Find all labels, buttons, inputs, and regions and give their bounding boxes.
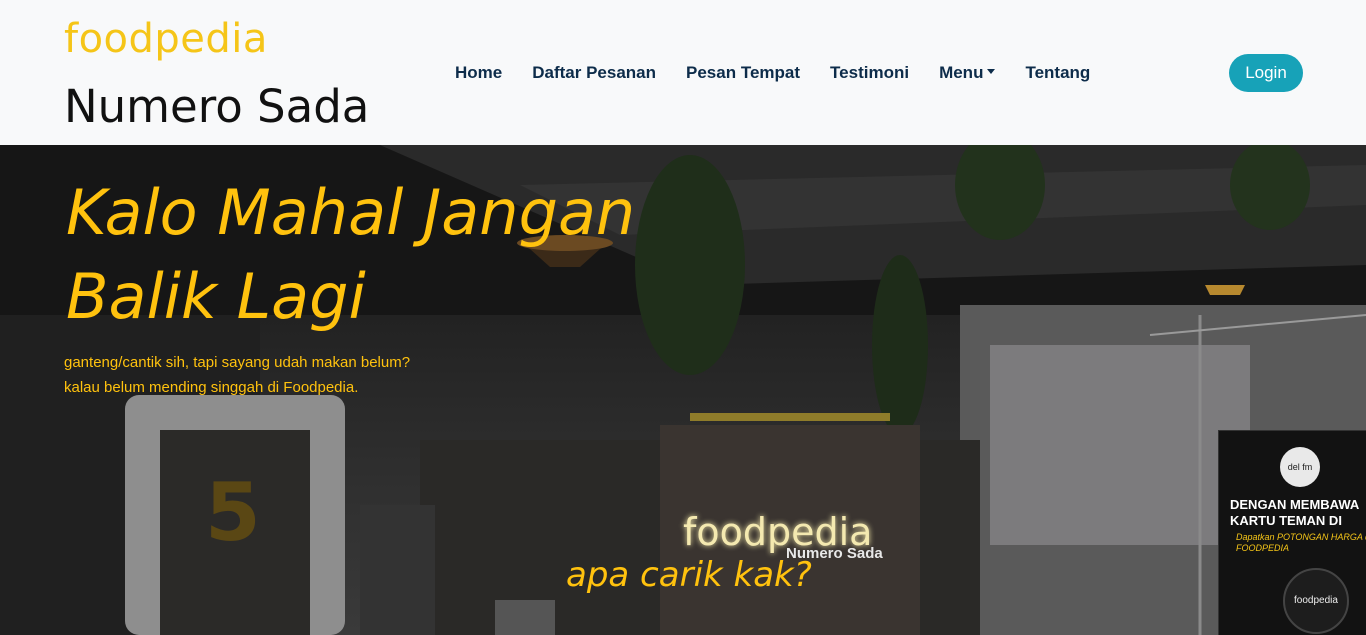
hero-tagline-line1: ganteng/cantik sih, tapi sayang udah mak…: [64, 354, 411, 371]
brand[interactable]: foodpedia Numero Sada: [64, 14, 369, 134]
hero-tagline: ganteng/cantik sih, tapi sayang udah mak…: [64, 350, 410, 400]
navbar: foodpedia Numero Sada Home Daftar Pesana…: [0, 0, 1366, 145]
radio-logo: del fm: [1280, 447, 1320, 487]
nav-testimoni[interactable]: Testimoni: [815, 60, 924, 86]
nav-pesan-tempat[interactable]: Pesan Tempat: [671, 60, 815, 86]
brand-logo[interactable]: foodpedia: [64, 14, 369, 64]
nav-daftar-pesanan[interactable]: Daftar Pesanan: [517, 60, 671, 86]
foodpedia-badge: foodpedia: [1283, 568, 1349, 634]
promo-banner-subtext: Dapatkan POTONGAN HARGA di FOODPEDIA: [1236, 532, 1366, 553]
nav-menu-label: Menu: [939, 63, 984, 82]
nav-home[interactable]: Home: [440, 60, 517, 86]
main-nav: Home Daftar Pesanan Pesan Tempat Testimo…: [440, 60, 1105, 86]
nav-menu-dropdown[interactable]: Menu: [924, 60, 1010, 86]
svg-text:5: 5: [205, 466, 261, 559]
hero-title: Kalo Mahal Jangan Balik Lagi: [66, 176, 636, 333]
brand-subtitle: Numero Sada: [64, 80, 370, 133]
login-button[interactable]: Login: [1229, 54, 1303, 92]
caret-down-icon: [987, 69, 996, 74]
hero-tagline-line2: kalau belum mending singgah di Foodpedia…: [64, 379, 359, 396]
hero-question: apa carik kak?: [566, 555, 812, 595]
hero-section: 5 Kalo Mahal Jangan Balik Lagi ganteng/c…: [0, 145, 1366, 635]
promo-banner-text: DENGAN MEMBAWA KARTU TEMAN DI: [1230, 497, 1359, 528]
nav-tentang[interactable]: Tentang: [1010, 60, 1105, 86]
